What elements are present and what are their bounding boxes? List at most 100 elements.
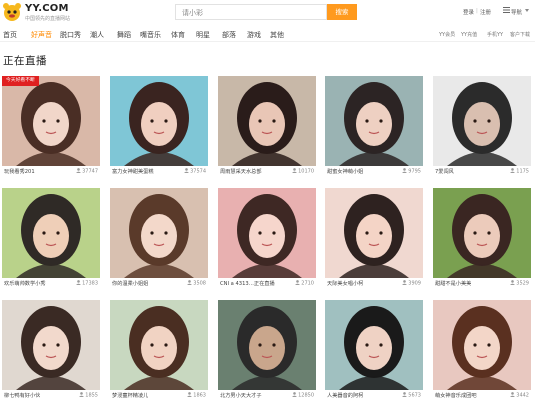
stream-name[interactable]: 梦浸童杯精凌儿 [112, 392, 148, 399]
chevron-down-icon[interactable] [525, 9, 529, 12]
stream-photo-image [218, 188, 316, 278]
search-input[interactable]: 请小彩 [175, 4, 327, 20]
stream-photo-image [218, 300, 316, 390]
stream-photo-image [2, 300, 100, 390]
user-icon [187, 392, 193, 397]
stream-name[interactable]: 人美器音的阿柯 [327, 392, 363, 399]
stream-photo-image [110, 76, 208, 166]
viewer-count: 9795 [402, 168, 421, 175]
user-icon [79, 392, 85, 397]
stream-name[interactable]: CNI a 4313…正在直播 [220, 280, 275, 287]
nav-right-link-3[interactable]: 客户下载 [510, 31, 530, 38]
stream-caption: 7爱闯风 1175 [433, 168, 531, 177]
nav-right-link-1[interactable]: YY充值 [461, 31, 477, 38]
stream-name[interactable]: 柳七鸭有好小伙 [4, 392, 40, 399]
viewer-count: 1855 [79, 392, 98, 399]
stream-name[interactable]: 7爱闯风 [435, 168, 454, 175]
stream-photo-image [2, 188, 100, 278]
stream-caption: 天际美女唱小柯 3909 [325, 280, 423, 289]
user-icon [402, 168, 408, 173]
user-icon [402, 392, 408, 397]
viewer-count-value: 3508 [193, 280, 206, 287]
stream-thumbnail[interactable] [218, 76, 316, 166]
stream-photo-image [2, 76, 100, 166]
nav-tab-6[interactable]: 体育 [171, 30, 185, 40]
stream-caption: 人美器音的阿柯 5673 [325, 392, 423, 401]
user-icon [295, 280, 301, 285]
nav-tab-3[interactable]: 潮人 [90, 30, 104, 40]
viewer-count-value: 12850 [298, 392, 314, 399]
stream-photo-image [433, 76, 531, 166]
stream-caption: 梦浸童杯精凌儿 1863 [110, 392, 208, 401]
stream-name[interactable]: 萌女神音乐成团吧 [435, 392, 477, 399]
viewer-count: 3529 [510, 280, 529, 287]
stream-caption: 北方男小天大才子 12850 [218, 392, 316, 401]
nav-tab-9[interactable]: 游戏 [247, 30, 261, 40]
stream-thumbnail[interactable] [110, 188, 208, 278]
stream-caption: 萌女神音乐成团吧 3442 [433, 392, 531, 401]
viewer-count: 5673 [402, 392, 421, 399]
stream-photo-image [110, 188, 208, 278]
user-icon [510, 168, 516, 173]
nav-tab-5[interactable]: 嘴音乐 [140, 30, 161, 40]
user-icon [187, 280, 193, 285]
stream-thumbnail[interactable]: 今天好看不断 [2, 76, 100, 166]
stream-name[interactable]: 甜甜不是小美美 [435, 280, 471, 287]
nav-tab-7[interactable]: 明星 [196, 30, 210, 40]
viewer-count-value: 1855 [85, 392, 98, 399]
stream-thumbnail[interactable] [325, 76, 423, 166]
stream-thumbnail[interactable] [433, 300, 531, 390]
nav-menu-label[interactable]: 导航 [511, 8, 522, 16]
stream-caption: 甜甜不是小美美 3529 [433, 280, 531, 289]
nav-tab-10[interactable]: 其他 [270, 30, 284, 40]
stream-photo-image [433, 188, 531, 278]
stream-thumbnail[interactable] [433, 188, 531, 278]
stream-name[interactable]: 富力女神甜美蛋糕 [112, 168, 154, 175]
nav-tab-2[interactable]: 脱口秀 [60, 30, 81, 40]
stream-caption: 你的温柔小姐姐 3508 [110, 280, 208, 289]
yy-logo-icon[interactable] [2, 2, 22, 22]
viewer-count-value: 3909 [408, 280, 421, 287]
register-link[interactable]: 注册 [480, 8, 491, 16]
nav-right-link-2[interactable]: 手机YY [487, 31, 503, 38]
stream-name[interactable]: 你的温柔小姐姐 [112, 280, 148, 287]
viewer-count-value: 10170 [298, 168, 314, 175]
viewer-count: 12850 [292, 392, 314, 399]
stream-thumbnail[interactable] [218, 188, 316, 278]
stream-name[interactable]: 欢乐萌帅数学小秀 [4, 280, 46, 287]
nav-tab-8[interactable]: 部落 [222, 30, 236, 40]
menu-icon[interactable] [503, 7, 510, 13]
viewer-count-value: 37747 [82, 168, 98, 175]
viewer-count-value: 1863 [193, 392, 206, 399]
stream-name[interactable]: 甜蜜女神萌小姐 [327, 168, 363, 175]
stream-caption: 玩我看秀201 37747 [2, 168, 100, 177]
stream-thumbnail[interactable] [433, 76, 531, 166]
stream-name[interactable]: 周雨慧采天水总部 [220, 168, 262, 175]
nav-right-link-0[interactable]: YY会员 [439, 31, 455, 38]
stream-caption: 欢乐萌帅数学小秀 17383 [2, 280, 100, 289]
nav-tab-1[interactable]: 好声音 [31, 30, 52, 40]
logo-text[interactable]: YY.COM [25, 3, 69, 14]
user-icon [184, 168, 190, 173]
stream-name[interactable]: 玩我看秀201 [4, 168, 35, 175]
stream-photo-image [218, 76, 316, 166]
viewer-count: 3909 [402, 280, 421, 287]
search-button[interactable]: 搜索 [327, 4, 357, 20]
stream-thumbnail[interactable] [2, 188, 100, 278]
viewer-count: 3508 [187, 280, 206, 287]
stream-name[interactable]: 北方男小天大才子 [220, 392, 262, 399]
login-link[interactable]: 登录 [463, 8, 474, 16]
viewer-count-value: 5673 [408, 392, 421, 399]
nav-tab-4[interactable]: 舞蹈 [117, 30, 131, 40]
header-separator: | [476, 8, 478, 14]
nav-tab-0[interactable]: 首页 [3, 30, 17, 40]
stream-thumbnail[interactable] [325, 300, 423, 390]
stream-thumbnail[interactable] [110, 76, 208, 166]
viewer-count-value: 17383 [82, 280, 98, 287]
viewer-count: 10170 [292, 168, 314, 175]
stream-thumbnail[interactable] [325, 188, 423, 278]
stream-name[interactable]: 天际美女唱小柯 [327, 280, 363, 287]
stream-thumbnail[interactable] [2, 300, 100, 390]
stream-thumbnail[interactable] [218, 300, 316, 390]
stream-thumbnail[interactable] [110, 300, 208, 390]
